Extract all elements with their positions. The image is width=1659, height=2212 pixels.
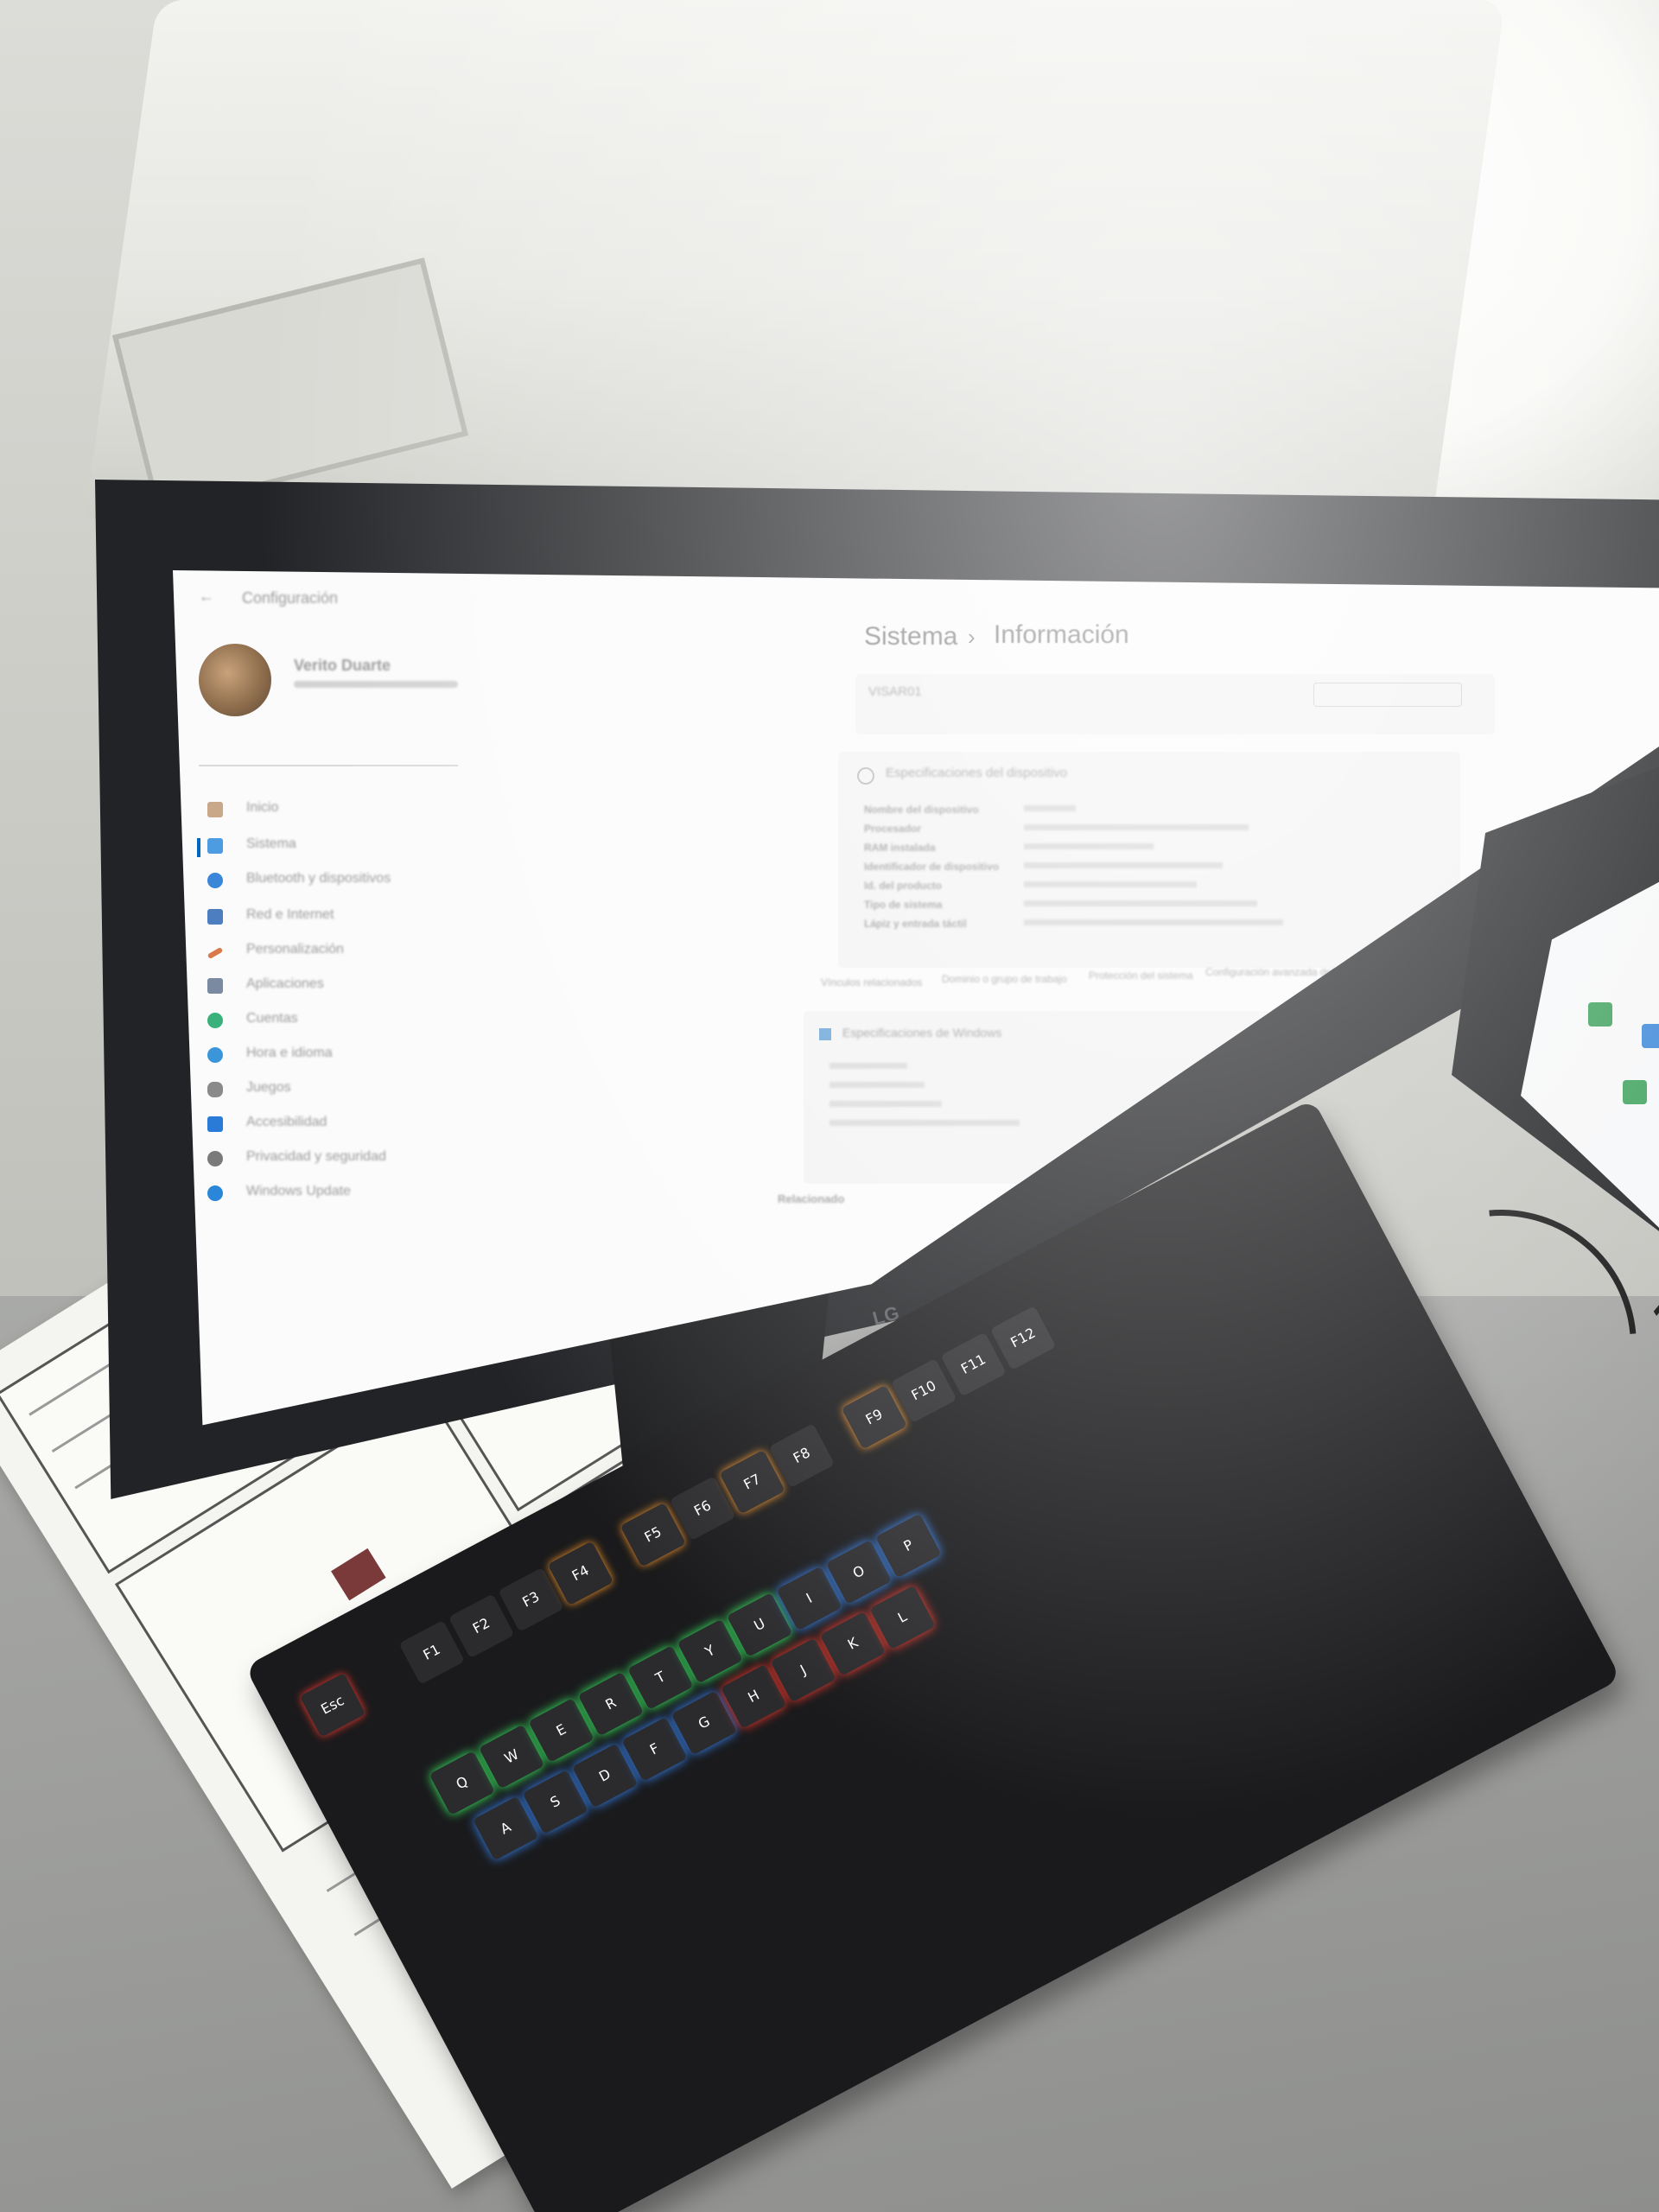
nav-item-accesibilidad[interactable]: Accesibilidad <box>246 1115 327 1130</box>
nav-selection-indicator <box>197 838 200 857</box>
nav-item-aplicaciones[interactable]: Aplicaciones <box>246 976 324 992</box>
key-esc[interactable]: Esc <box>299 1672 366 1738</box>
breadcrumb-separator: › <box>968 624 976 650</box>
home-icon <box>207 802 223 817</box>
info-icon <box>857 767 874 785</box>
tab-vinculos[interactable]: Vínculos relacionados <box>821 976 922 988</box>
nav-item-hora[interactable]: Hora e idioma <box>246 1046 333 1061</box>
bluetooth-icon <box>207 873 223 888</box>
nav-item-inicio[interactable]: Inicio <box>246 800 278 816</box>
nav-item-privacidad[interactable]: Privacidad y seguridad <box>246 1149 386 1165</box>
gamepad-icon <box>207 1082 223 1097</box>
spec-label: Procesador <box>864 823 922 835</box>
windows-spec-row <box>830 1101 942 1107</box>
spec-value <box>1024 900 1257 906</box>
apps-icon <box>207 978 223 994</box>
accounts-icon <box>207 1013 223 1028</box>
spec-label: Lápiz y entrada táctil <box>864 918 967 930</box>
system-icon <box>207 838 223 854</box>
device-specs-title[interactable]: Especificaciones del dispositivo <box>886 766 1067 780</box>
spec-label: Nombre del dispositivo <box>864 804 979 816</box>
nav-item-personalizacion[interactable]: Personalización <box>246 942 344 957</box>
rename-pc-button[interactable] <box>1313 683 1462 707</box>
spec-label: Id. del producto <box>864 880 942 892</box>
page-title: Información <box>994 620 1129 649</box>
tab-proteccion[interactable]: Protección del sistema <box>1089 969 1193 982</box>
desktop-file-icon[interactable] <box>1588 1002 1612 1027</box>
spec-value <box>1024 881 1197 887</box>
tab-dominio[interactable]: Dominio o grupo de trabajo <box>942 973 1067 985</box>
accessibility-icon <box>207 1116 223 1132</box>
nav-item-cuentas[interactable]: Cuentas <box>246 1011 298 1027</box>
device-specs-card <box>838 752 1460 968</box>
desktop-folder-icon[interactable] <box>1642 1024 1659 1048</box>
avatar[interactable] <box>199 644 271 716</box>
network-icon <box>207 909 223 925</box>
shield-icon <box>207 1151 223 1166</box>
spec-value <box>1024 919 1283 925</box>
windows-logo-icon <box>819 1028 831 1040</box>
windows-specs-title[interactable]: Especificaciones de Windows <box>842 1026 1001 1039</box>
spec-label: RAM instalada <box>864 842 936 854</box>
device-name: VISAR01 <box>868 684 922 699</box>
spec-label: Tipo de sistema <box>864 899 943 911</box>
breadcrumb-root[interactable]: Sistema <box>864 622 957 652</box>
clock-globe-icon <box>207 1047 223 1063</box>
windows-spec-row <box>830 1120 1020 1126</box>
spec-value <box>1024 843 1154 849</box>
nav-item-red[interactable]: Red e Internet <box>246 907 334 923</box>
windows-spec-row <box>830 1063 907 1069</box>
nav-item-juegos[interactable]: Juegos <box>246 1080 291 1096</box>
window-title: Configuración <box>242 589 339 607</box>
user-name: Verito Duarte <box>294 657 391 674</box>
user-email-redacted <box>294 681 458 688</box>
spec-value <box>1024 862 1223 868</box>
brush-icon <box>207 946 224 960</box>
back-arrow-icon[interactable]: ← <box>199 588 214 606</box>
spec-value <box>1024 805 1076 811</box>
photo-scene: LG Configuración ← Verito Duarte Inicio … <box>0 0 1659 2212</box>
search-input[interactable] <box>199 739 458 766</box>
related-title: Relacionado <box>778 1192 845 1205</box>
nav-item-sistema[interactable]: Sistema <box>246 836 296 852</box>
spec-value <box>1024 824 1249 830</box>
update-icon <box>207 1185 223 1201</box>
desktop-file-icon[interactable] <box>1623 1080 1647 1104</box>
spec-label: Identificador de dispositivo <box>864 861 1000 873</box>
nav-item-windows-update[interactable]: Windows Update <box>246 1184 351 1199</box>
nav-item-bluetooth[interactable]: Bluetooth y dispositivos <box>246 871 391 887</box>
windows-spec-row <box>830 1082 925 1088</box>
